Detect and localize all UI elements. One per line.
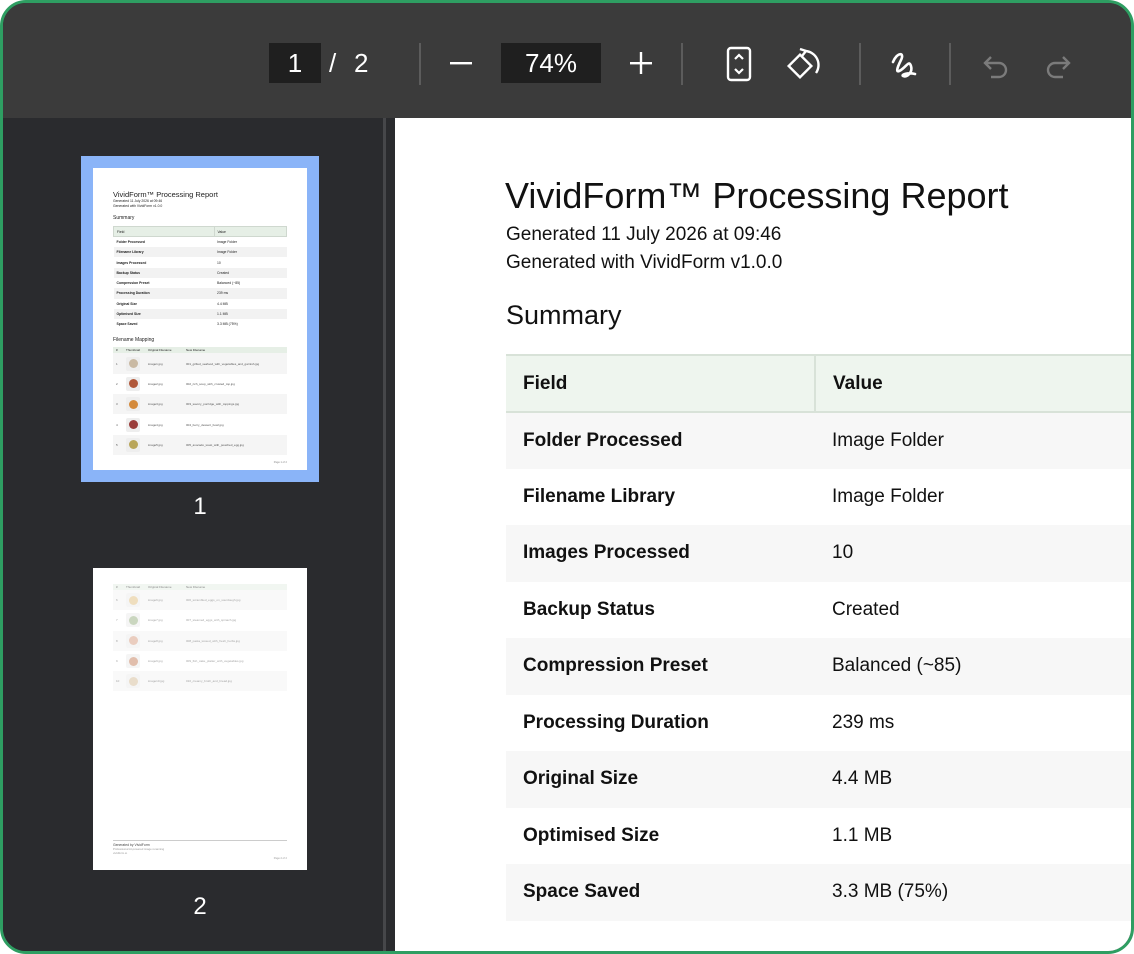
fit-page-icon — [726, 46, 752, 82]
thumbnail-image — [126, 633, 140, 648]
rotate-button[interactable] — [781, 43, 827, 87]
thumbnail-image — [126, 674, 140, 689]
field-cell: Backup Status — [506, 581, 815, 638]
table-header-row: Field Value — [506, 354, 1131, 413]
mini-summary-table: Field Value Folder Processed Image Folder … — [113, 225, 287, 329]
table-row: Compression Preset Balanced (~85) — [506, 638, 1131, 695]
generated-at-text: Generated 11 July 2026 at 09:46 — [506, 224, 782, 245]
field-cell: Filename Library — [506, 468, 815, 525]
table-row: Backup Status Created — [506, 581, 1131, 638]
value-cell: 4.4 MB — [815, 751, 1131, 808]
zoom-in-button[interactable] — [623, 45, 659, 81]
field-cell: Space Saved — [506, 864, 815, 921]
mini-mapping-heading: Filename Mapping — [113, 337, 155, 344]
zoom-level-input[interactable]: 74% — [501, 43, 601, 83]
mini-summary-heading: Summary — [113, 215, 135, 221]
mini-generated-with: Generated with VividForm v1.0.0 — [113, 204, 163, 208]
value-cell: Image Folder — [815, 468, 1131, 525]
table-row: Processing Duration 239 ms — [506, 694, 1131, 751]
thumbnail-sidebar: VividForm™ Processing Report Generated 1… — [3, 118, 383, 951]
page-thumbnail-2[interactable]: # Thumbnail Original Filename New Filena… — [93, 568, 307, 870]
sidebar-resize-handle[interactable] — [383, 118, 386, 951]
total-pages: 2 — [354, 48, 369, 78]
thumbnail-image — [126, 437, 140, 452]
thumbnail-image — [126, 356, 140, 371]
value-cell: 10 — [815, 525, 1131, 582]
generated-with-text: Generated with VividForm v1.0.0 — [506, 252, 783, 273]
toolbar-divider — [681, 43, 683, 85]
page-number-input[interactable]: 1 — [269, 43, 321, 83]
mini-page-footer: Page 1 of 2 — [273, 460, 287, 464]
table-row: Filename Library Image Folder — [506, 468, 1131, 525]
mini-mapping-table: # Thumbnail Original Filename New Filena… — [113, 347, 287, 455]
thumbnail-image — [126, 376, 140, 391]
table-row: Original Size 4.4 MB — [506, 751, 1131, 808]
document-page: VividForm™ Processing Report Generated 1… — [395, 118, 1131, 951]
field-cell: Original Size — [506, 751, 815, 808]
zoom-out-button[interactable] — [443, 45, 479, 81]
value-cell: Created — [815, 581, 1131, 638]
report-title: VividForm™ Processing Report — [505, 175, 1009, 216]
summary-heading: Summary — [506, 300, 622, 330]
table-row: Folder Processed Image Folder — [506, 412, 1131, 469]
toolbar: 1 / 2 74% — [3, 3, 1131, 118]
thumbnail-image — [126, 397, 140, 412]
undo-icon — [983, 56, 1008, 79]
zoom-out-icon — [450, 62, 472, 65]
page-separator: / — [329, 48, 337, 78]
mini-mapping-table: # Thumbnail Original Filename New Filena… — [113, 584, 287, 692]
page-thumbnail-1[interactable]: VividForm™ Processing Report Generated 1… — [81, 156, 319, 482]
table-row: Optimised Size 1.1 MB — [506, 807, 1131, 864]
value-cell: Image Folder — [815, 412, 1131, 469]
table-row: Images Processed 10 — [506, 525, 1131, 582]
pdf-viewer-window: 1 / 2 74% VividForm™ Processing Report G… — [0, 0, 1134, 954]
toolbar-divider — [859, 43, 861, 85]
thumbnail-image — [126, 417, 140, 432]
table-row: Space Saved 3.3 MB (75%) — [506, 864, 1131, 921]
thumbnail-page-preview: # Thumbnail Original Filename New Filena… — [93, 568, 307, 870]
value-cell: Balanced (~85) — [815, 638, 1131, 695]
zoom-in-icon — [630, 52, 652, 74]
value-cell: 1.1 MB — [815, 807, 1131, 864]
column-header-value: Value — [815, 354, 1131, 413]
value-cell: 3.3 MB (75%) — [815, 864, 1131, 921]
field-cell: Images Processed — [506, 525, 815, 582]
summary-table: Field Value Folder Processed Image Folde… — [506, 354, 1131, 921]
fit-to-page-button[interactable] — [719, 41, 759, 87]
field-cell: Compression Preset — [506, 638, 815, 695]
mini-page-footer: Generated by VividForm Professional AI-p… — [113, 840, 287, 860]
rotate-icon — [786, 47, 820, 80]
field-cell: Folder Processed — [506, 412, 815, 469]
undo-button[interactable] — [977, 47, 1015, 85]
field-cell: Optimised Size — [506, 807, 815, 864]
thumbnail-image — [126, 613, 140, 628]
redo-icon — [1046, 56, 1071, 79]
toolbar-divider — [419, 43, 421, 85]
draw-button[interactable] — [885, 43, 925, 87]
draw-icon — [891, 52, 917, 78]
toolbar-divider — [949, 43, 951, 85]
value-cell: 239 ms — [815, 694, 1131, 751]
field-cell: Processing Duration — [506, 694, 815, 751]
thumbnail-label-2: 2 — [193, 893, 207, 920]
column-header-field: Field — [506, 354, 816, 413]
thumbnail-image — [126, 593, 140, 608]
mini-title: VividForm™ Processing Report — [113, 190, 218, 199]
thumbnail-image — [126, 654, 140, 669]
thumbnail-page-preview: VividForm™ Processing Report Generated 1… — [93, 168, 307, 470]
thumbnail-label-1: 1 — [193, 493, 207, 520]
redo-button[interactable] — [1039, 47, 1077, 85]
